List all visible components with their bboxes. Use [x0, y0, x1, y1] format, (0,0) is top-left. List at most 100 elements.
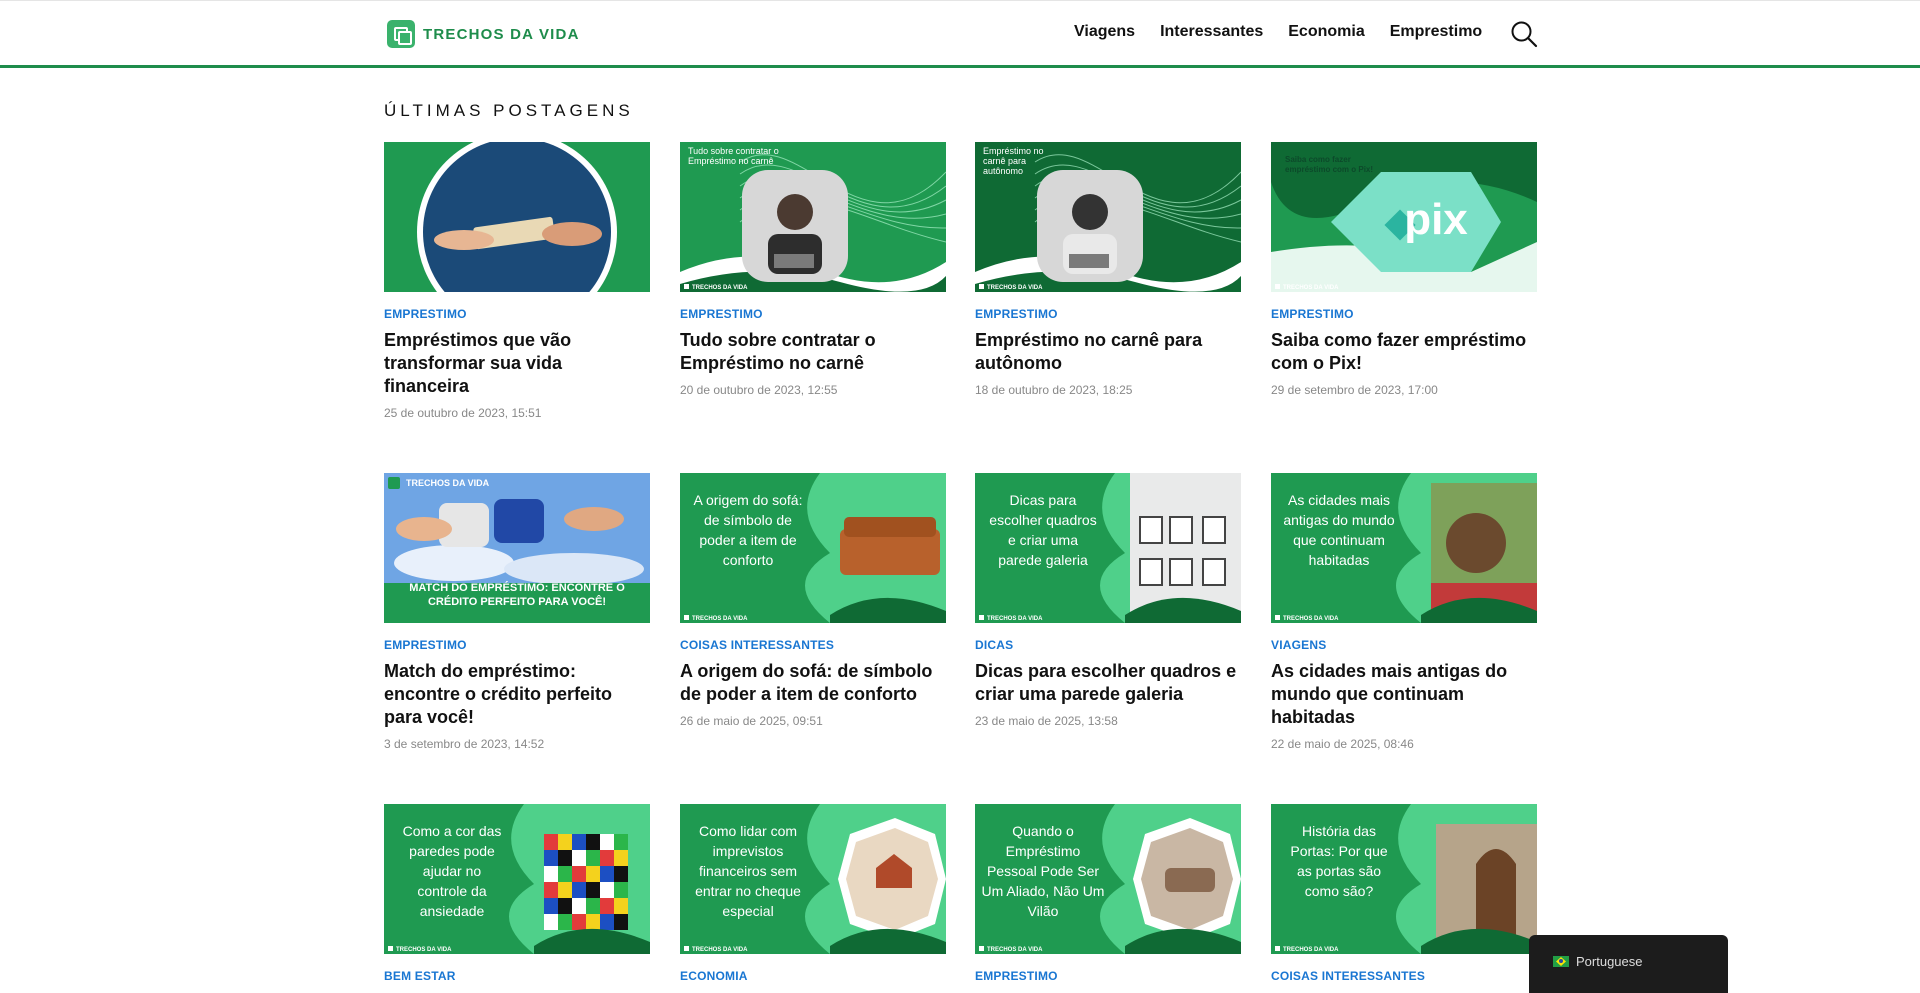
nav-item-viagens[interactable]: Viagens [1074, 23, 1135, 41]
post-card: TRECHOS DA VIDA Saiba como fazer empréstim… [1271, 142, 1537, 397]
post-image: TRECHOS DA VIDAAs cidades mais antigas do… [1271, 473, 1537, 623]
post-card: EMPRESTIMO Empréstimos que vão transforma… [384, 142, 650, 420]
post-thumbnail[interactable]: TRECHOS DA VIDA Quando o Empréstimo Pessoal… [975, 804, 1241, 954]
language-switcher[interactable]: Portuguese [1529, 935, 1728, 993]
post-image: TRECHOS DA VIDASaiba como fazer empréstim… [1271, 142, 1537, 292]
post-thumbnail[interactable]: TRECHOS DA VIDA Empréstimo no carnê para au… [975, 142, 1241, 292]
post-card: TRECHOS DA VIDA Tudo sobre contratar o Emp… [680, 142, 946, 397]
post-thumbnail[interactable]: TRECHOS DA VIDA Como a cor das paredes pod… [384, 804, 650, 954]
post-thumbnail[interactable]: TRECHOS DA VIDA MATCH DO EMPRÉSTIMO: ENCO… [384, 473, 650, 623]
thumb-brand: TRECHOS DA VIDA [1275, 284, 1339, 291]
post-date: 18 de outubro de 2023, 18:25 [975, 383, 1133, 397]
post-category[interactable]: EMPRESTIMO [384, 638, 650, 652]
thumb-brand: TRECHOS DA VIDA [1275, 946, 1339, 953]
post-thumbnail[interactable]: TRECHOS DA VIDA Como lidar com imprevistos… [680, 804, 946, 954]
thumb-brand: TRECHOS DA VIDA [1275, 615, 1339, 622]
nav-item-emprestimo[interactable]: Emprestimo [1390, 23, 1482, 41]
post-title[interactable]: Tudo sobre contratar o Empréstimo no car… [680, 329, 946, 375]
brazil-flag-icon [1553, 956, 1569, 967]
post-card: TRECHOS DA VIDA A origem do sofá: de símbo… [680, 473, 946, 728]
svg-text:TRECHOS DA VIDA: TRECHOS DA VIDA [987, 947, 1043, 953]
post-card: TRECHOS DA VIDA História das Portas: Por q… [1271, 804, 1537, 983]
post-card: TRECHOS DA VIDA Como lidar com imprevistos… [680, 804, 946, 983]
thumb-brand: TRECHOS DA VIDA [979, 284, 1043, 291]
thumb-brand: TRECHOS DA VIDA [684, 284, 748, 291]
post-image: TRECHOS DA VIDAComo a cor das paredes pod… [384, 804, 650, 954]
post-category[interactable]: COISAS INTERESSANTES [1271, 969, 1537, 983]
svg-text:TRECHOS DA VIDA: TRECHOS DA VIDA [1283, 285, 1339, 291]
post-card: TRECHOS DA VIDA Empréstimo no carnê para au… [975, 142, 1241, 397]
svg-text:TRECHOS DA VIDA: TRECHOS DA VIDA [987, 285, 1043, 291]
post-card: TRECHOS DA VIDA As cidades mais antigas do… [1271, 473, 1537, 751]
post-card: TRECHOS DA VIDA Dicas para escolher quadro… [975, 473, 1241, 728]
post-category[interactable]: EMPRESTIMO [975, 307, 1241, 321]
post-image [384, 142, 650, 292]
thumb-brand: TRECHOS DA VIDA [388, 946, 452, 953]
post-category[interactable]: VIAGENS [1271, 638, 1537, 652]
post-category[interactable]: EMPRESTIMO [384, 307, 650, 321]
svg-text:TRECHOS DA VIDA: TRECHOS DA VIDA [692, 616, 748, 622]
post-date: 26 de maio de 2025, 09:51 [680, 714, 823, 728]
post-title[interactable]: Dicas para escolher quadros e criar uma … [975, 660, 1241, 706]
post-title[interactable]: Saiba como fazer empréstimo com o Pix! [1271, 329, 1537, 375]
post-image: TRECHOS DA VIDA Tudo sobre contratar o Emp… [680, 142, 946, 292]
svg-text:TRECHOS DA VIDA: TRECHOS DA VIDA [987, 616, 1043, 622]
nav-item-economia[interactable]: Economia [1288, 23, 1364, 41]
search-icon [1511, 21, 1538, 48]
post-date: 23 de maio de 2025, 13:58 [975, 714, 1118, 728]
post-thumbnail[interactable]: TRECHOS DA VIDA Dicas para escolher quadro… [975, 473, 1241, 623]
post-date: 22 de maio de 2025, 08:46 [1271, 737, 1414, 751]
thumb-brand: TRECHOS DA VIDA [684, 946, 748, 953]
svg-text:TRECHOS DA VIDA: TRECHOS DA VIDA [406, 478, 490, 488]
nav-item-interessantes[interactable]: Interessantes [1160, 23, 1263, 41]
svg-text:TRECHOS DA VIDA: TRECHOS DA VIDA [692, 947, 748, 953]
logo-text: TRECHOS DA VIDA [423, 25, 580, 43]
post-thumbnail[interactable]: TRECHOS DA VIDA Tudo sobre contratar o Emp… [680, 142, 946, 292]
post-image: TRECHOS DA VIDAA origem do sofá: de símbo… [680, 473, 946, 623]
post-category[interactable]: DICAS [975, 638, 1241, 652]
post-thumbnail[interactable]: TRECHOS DA VIDA As cidades mais antigas do… [1271, 473, 1537, 623]
post-category[interactable]: EMPRESTIMO [680, 307, 946, 321]
post-title[interactable]: Empréstimo no carnê para autônomo [975, 329, 1241, 375]
pix-logo: pix [1404, 195, 1468, 244]
language-label: Portuguese [1576, 954, 1643, 969]
post-image: TRECHOS DA VIDAComo lidar com imprevistos… [680, 804, 946, 954]
site-logo[interactable]: TRECHOS DA VIDA [387, 20, 580, 48]
post-thumbnail[interactable]: TRECHOS DA VIDA A origem do sofá: de símbo… [680, 473, 946, 623]
logo-icon [387, 20, 415, 48]
post-date: 29 de setembro de 2023, 17:00 [1271, 383, 1438, 397]
search-button[interactable] [1510, 20, 1538, 48]
post-category[interactable]: EMPRESTIMO [1271, 307, 1537, 321]
post-title[interactable]: As cidades mais antigas do mundo que con… [1271, 660, 1537, 729]
post-category[interactable]: ECONOMIA [680, 969, 946, 983]
site-header: TRECHOS DA VIDA Viagens Interessantes Ec… [0, 0, 1920, 68]
post-image: TRECHOS DA VIDADicas para escolher quadro… [975, 473, 1241, 623]
svg-text:TRECHOS DA VIDA: TRECHOS DA VIDA [1283, 947, 1339, 953]
post-image: TRECHOS DA VIDAEmpréstimo no carnê para au… [975, 142, 1241, 292]
thumb-brand: TRECHOS DA VIDA [684, 615, 748, 622]
post-image: TRECHOS DA VIDAHistória das Portas: Por q… [1271, 804, 1537, 954]
post-card: TRECHOS DA VIDA MATCH DO EMPRÉSTIMO: ENCO… [384, 473, 650, 751]
post-title[interactable]: Match do empréstimo: encontre o crédito … [384, 660, 650, 729]
post-date: 25 de outubro de 2023, 15:51 [384, 406, 542, 420]
thumb-brand: TRECHOS DA VIDA [979, 615, 1043, 622]
post-title[interactable]: Empréstimos que vão transformar sua vida… [384, 329, 650, 398]
post-category[interactable]: COISAS INTERESSANTES [680, 638, 946, 652]
post-category[interactable]: BEM ESTAR [384, 969, 650, 983]
svg-text:TRECHOS DA VIDA: TRECHOS DA VIDA [1283, 616, 1339, 622]
svg-text:TRECHOS DA VIDA: TRECHOS DA VIDA [396, 947, 452, 953]
post-thumbnail[interactable]: TRECHOS DA VIDA Saiba como fazer empréstim… [1271, 142, 1537, 292]
post-card: TRECHOS DA VIDA Como a cor das paredes pod… [384, 804, 650, 983]
post-title[interactable]: A origem do sofá: de símbolo de poder a … [680, 660, 946, 706]
svg-text:TRECHOS DA VIDA: TRECHOS DA VIDA [692, 285, 748, 291]
post-image: TRECHOS DA VIDAMATCH DO EMPRÉSTIMO: ENCO… [384, 473, 650, 623]
post-thumbnail[interactable] [384, 142, 650, 292]
thumb-brand: TRECHOS DA VIDA [979, 946, 1043, 953]
post-date: 20 de outubro de 2023, 12:55 [680, 383, 838, 397]
post-category[interactable]: EMPRESTIMO [975, 969, 1241, 983]
post-date: 3 de setembro de 2023, 14:52 [384, 737, 545, 751]
section-title: ÚLTIMAS POSTAGENS [384, 101, 634, 120]
post-card: TRECHOS DA VIDA Quando o Empréstimo Pessoal… [975, 804, 1241, 983]
thumb-caption: Tudo sobre contratar o Empréstimo no carn… [688, 146, 779, 166]
post-thumbnail[interactable]: TRECHOS DA VIDA História das Portas: Por q… [1271, 804, 1537, 954]
